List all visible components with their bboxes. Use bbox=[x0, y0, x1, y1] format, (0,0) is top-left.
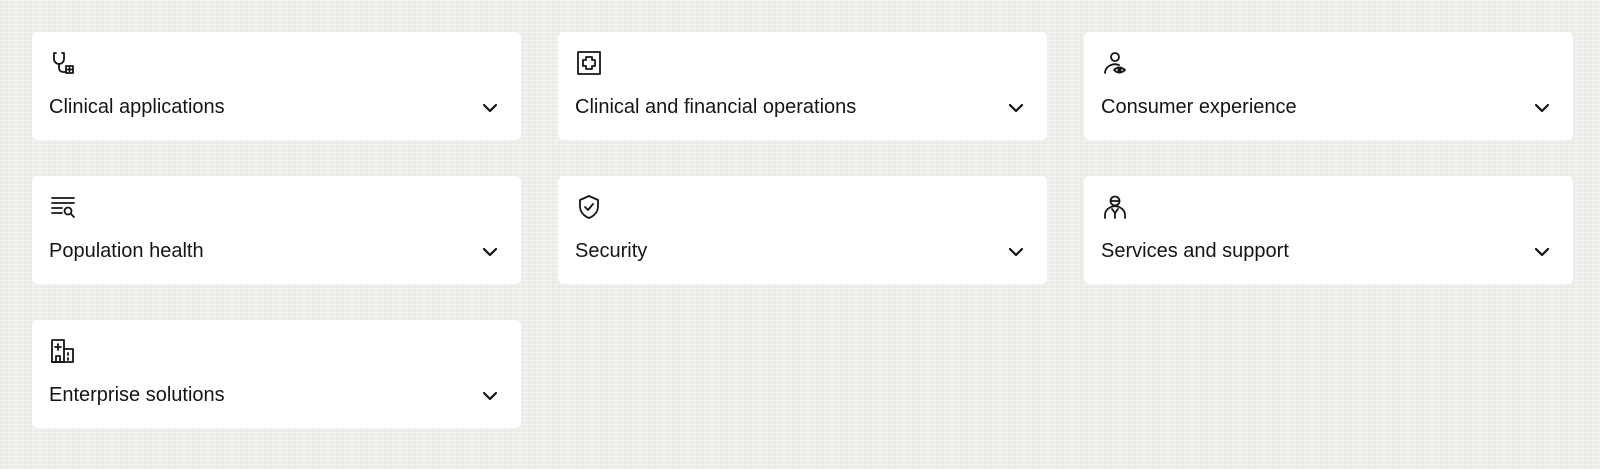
card-label: Security bbox=[575, 240, 648, 262]
medical-cross-icon bbox=[575, 49, 603, 77]
stethoscope-icon bbox=[49, 49, 77, 77]
shield-check-icon bbox=[575, 193, 603, 221]
chevron-down-icon[interactable] bbox=[1533, 99, 1551, 117]
card-population-health[interactable]: Population health bbox=[32, 176, 521, 284]
chevron-down-icon[interactable] bbox=[1533, 243, 1551, 261]
card-enterprise-solutions[interactable]: Enterprise solutions bbox=[32, 320, 521, 428]
card-services-support[interactable]: Services and support bbox=[1084, 176, 1573, 284]
list-search-icon bbox=[49, 193, 77, 221]
hospital-building-icon bbox=[49, 337, 77, 365]
card-clinical-financial-operations[interactable]: Clinical and financial operations bbox=[558, 32, 1047, 140]
chevron-down-icon[interactable] bbox=[1007, 243, 1025, 261]
card-label: Population health bbox=[49, 240, 204, 262]
support-agent-icon bbox=[1101, 193, 1129, 221]
chevron-down-icon[interactable] bbox=[481, 243, 499, 261]
chevron-down-icon[interactable] bbox=[481, 387, 499, 405]
card-label: Enterprise solutions bbox=[49, 384, 225, 406]
card-clinical-applications[interactable]: Clinical applications bbox=[32, 32, 521, 140]
card-security[interactable]: Security bbox=[558, 176, 1047, 284]
card-label: Consumer experience bbox=[1101, 96, 1297, 118]
card-label: Clinical applications bbox=[49, 96, 225, 118]
chevron-down-icon[interactable] bbox=[481, 99, 499, 117]
category-grid: Clinical applications Clinical and finan… bbox=[32, 32, 1573, 428]
card-label: Services and support bbox=[1101, 240, 1289, 262]
chevron-down-icon[interactable] bbox=[1007, 99, 1025, 117]
card-label: Clinical and financial operations bbox=[575, 96, 857, 118]
card-consumer-experience[interactable]: Consumer experience bbox=[1084, 32, 1573, 140]
person-eye-icon bbox=[1101, 49, 1129, 77]
